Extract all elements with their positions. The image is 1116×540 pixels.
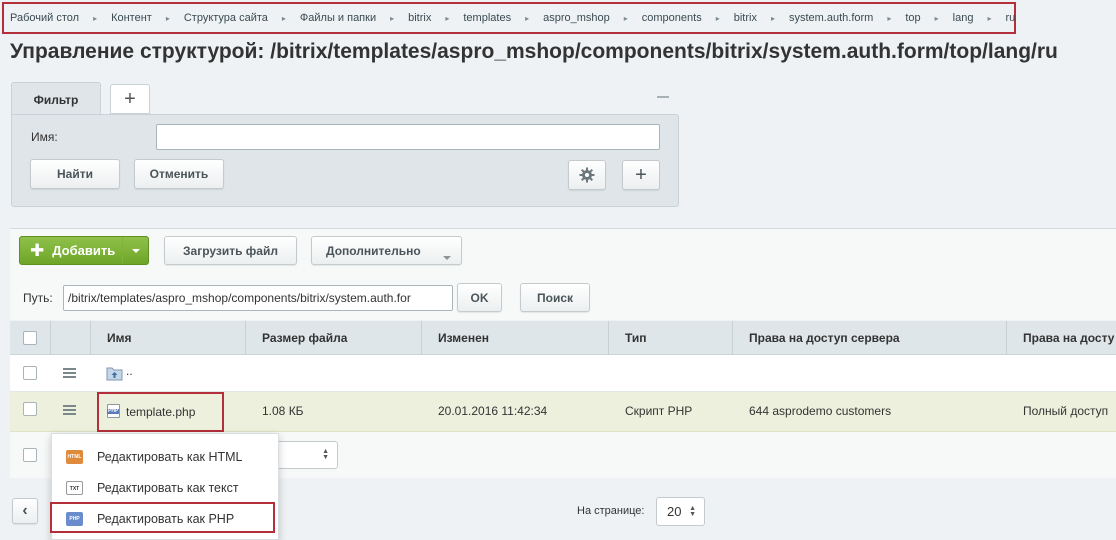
breadcrumb-item[interactable]: system.auth.form bbox=[789, 12, 873, 24]
breadcrumb-separator-icon: ▸ bbox=[390, 13, 395, 23]
breadcrumb-item[interactable]: ru bbox=[1005, 12, 1015, 24]
breadcrumb-item[interactable]: templates bbox=[463, 12, 511, 24]
path-label: Путь: bbox=[23, 291, 53, 305]
menu-item-label: Редактировать как текст bbox=[97, 480, 239, 495]
html-file-icon: HTML bbox=[66, 449, 83, 464]
filter-settings-button[interactable] bbox=[568, 160, 606, 190]
breadcrumb-separator-icon: ▸ bbox=[987, 13, 992, 23]
file-server-rights: 644 asprodemo customers bbox=[749, 404, 892, 418]
column-header-access[interactable]: Права на досту bbox=[1023, 321, 1116, 355]
tab-filter[interactable]: Фильтр bbox=[11, 82, 101, 116]
column-header-server-rights[interactable]: Права на доступ сервера bbox=[749, 321, 999, 355]
column-header-name[interactable]: Имя bbox=[107, 321, 237, 355]
folder-up-icon[interactable] bbox=[106, 366, 123, 381]
menu-item-label: Редактировать как PHP bbox=[97, 511, 235, 526]
file-modified: 20.01.2016 11:42:34 bbox=[438, 404, 548, 418]
breadcrumb-item[interactable]: bitrix bbox=[734, 12, 757, 24]
breadcrumb-item[interactable]: bitrix bbox=[408, 12, 431, 24]
menu-item-edit-php[interactable]: PHP Редактировать как PHP bbox=[52, 503, 278, 534]
menu-item-edit-html[interactable]: HTML Редактировать как HTML bbox=[52, 441, 278, 472]
file-access: Полный доступ bbox=[1023, 404, 1109, 418]
filter-name-input[interactable] bbox=[156, 124, 660, 150]
breadcrumb-separator-icon: ▸ bbox=[525, 13, 530, 23]
cancel-button[interactable]: Отменить bbox=[134, 159, 224, 189]
file-size: 1.08 КБ bbox=[262, 404, 304, 418]
breadcrumb-item[interactable]: top bbox=[905, 12, 920, 24]
prev-page-button[interactable]: ‹ bbox=[12, 498, 38, 524]
more-button-label: Дополнительно bbox=[326, 243, 421, 258]
upload-file-button[interactable]: Загрузить файл bbox=[164, 236, 297, 265]
per-page-value: 20 bbox=[667, 504, 682, 519]
more-button[interactable]: Дополнительно bbox=[311, 236, 462, 265]
breadcrumb-separator-icon: ▸ bbox=[715, 13, 720, 23]
chevron-down-icon bbox=[443, 249, 451, 263]
breadcrumb-separator-icon: ▸ bbox=[934, 13, 939, 23]
breadcrumb-item[interactable]: Рабочий стол bbox=[10, 12, 79, 24]
row-context-menu: HTML Редактировать как HTML TXT Редактир… bbox=[51, 433, 279, 540]
breadcrumb-separator-icon: ▸ bbox=[770, 13, 775, 23]
gear-icon bbox=[579, 167, 595, 183]
filter-name-label: Имя: bbox=[31, 130, 58, 144]
menu-item-edit-text[interactable]: TXT Редактировать как текст bbox=[52, 472, 278, 503]
select-all-checkbox[interactable] bbox=[23, 331, 37, 345]
group-action-select[interactable]: ▲ ▼ bbox=[270, 441, 338, 469]
minimize-filter-icon[interactable] bbox=[657, 96, 669, 98]
breadcrumb-separator-icon: ▸ bbox=[887, 13, 892, 23]
path-ok-button[interactable]: OK bbox=[457, 283, 502, 312]
column-header-type[interactable]: Тип bbox=[625, 321, 725, 355]
php-file-icon: PHP bbox=[66, 511, 83, 526]
page-title: Управление структурой: /bitrix/templates… bbox=[10, 40, 1058, 63]
breadcrumb-separator-icon: ▸ bbox=[93, 13, 98, 23]
folder-up-label[interactable]: .. bbox=[126, 364, 133, 378]
breadcrumb-item[interactable]: aspro_mshop bbox=[543, 12, 610, 24]
table-row[interactable] bbox=[10, 355, 1116, 392]
row-menu-icon[interactable] bbox=[63, 368, 76, 378]
php-file-icon: PHP bbox=[107, 404, 120, 418]
updown-icon: ▲ ▼ bbox=[322, 448, 329, 461]
plus-icon: ✚ bbox=[30, 240, 45, 260]
find-button[interactable]: Найти bbox=[30, 159, 120, 189]
breadcrumb-item[interactable]: Контент bbox=[111, 12, 152, 24]
breadcrumb-separator-icon: ▸ bbox=[281, 13, 286, 23]
breadcrumb-item[interactable]: Файлы и папки bbox=[300, 12, 376, 24]
row-menu-icon[interactable] bbox=[63, 405, 76, 415]
row-checkbox[interactable] bbox=[23, 366, 37, 380]
column-header-size[interactable]: Размер файла bbox=[262, 321, 422, 355]
path-input[interactable] bbox=[63, 285, 453, 311]
breadcrumb-item[interactable]: components bbox=[642, 12, 702, 24]
add-button[interactable]: ✚ Добавить bbox=[19, 236, 149, 265]
menu-item-label: Редактировать как HTML bbox=[97, 449, 243, 464]
breadcrumb-item[interactable]: lang bbox=[953, 12, 974, 24]
breadcrumb-separator-icon: ▸ bbox=[165, 13, 170, 23]
path-search-button[interactable]: Поиск bbox=[520, 283, 590, 312]
filter-add-field-button[interactable]: + bbox=[622, 160, 660, 190]
per-page-label: На странице: bbox=[577, 505, 645, 517]
file-type: Скрипт PHP bbox=[625, 404, 693, 418]
column-header-modified[interactable]: Изменен bbox=[438, 321, 598, 355]
breadcrumb-item[interactable]: Структура сайта bbox=[184, 12, 268, 24]
updown-icon: ▲ ▼ bbox=[689, 504, 696, 518]
add-filter-tab-button[interactable]: + bbox=[110, 84, 150, 114]
footer-checkbox[interactable] bbox=[23, 448, 37, 462]
file-name-link[interactable]: template.php bbox=[126, 405, 195, 419]
add-button-label: Добавить bbox=[52, 243, 116, 258]
breadcrumb-separator-icon: ▸ bbox=[623, 13, 628, 23]
breadcrumb: Рабочий стол ▸ Контент ▸ Структура сайта ▸ Фай… bbox=[2, 2, 1016, 34]
per-page-select[interactable]: 20 ▲ ▼ bbox=[656, 497, 705, 526]
row-checkbox[interactable] bbox=[23, 402, 37, 416]
chevron-down-icon[interactable] bbox=[122, 237, 148, 264]
txt-file-icon: TXT bbox=[66, 480, 83, 495]
breadcrumb-separator-icon: ▸ bbox=[445, 13, 450, 23]
